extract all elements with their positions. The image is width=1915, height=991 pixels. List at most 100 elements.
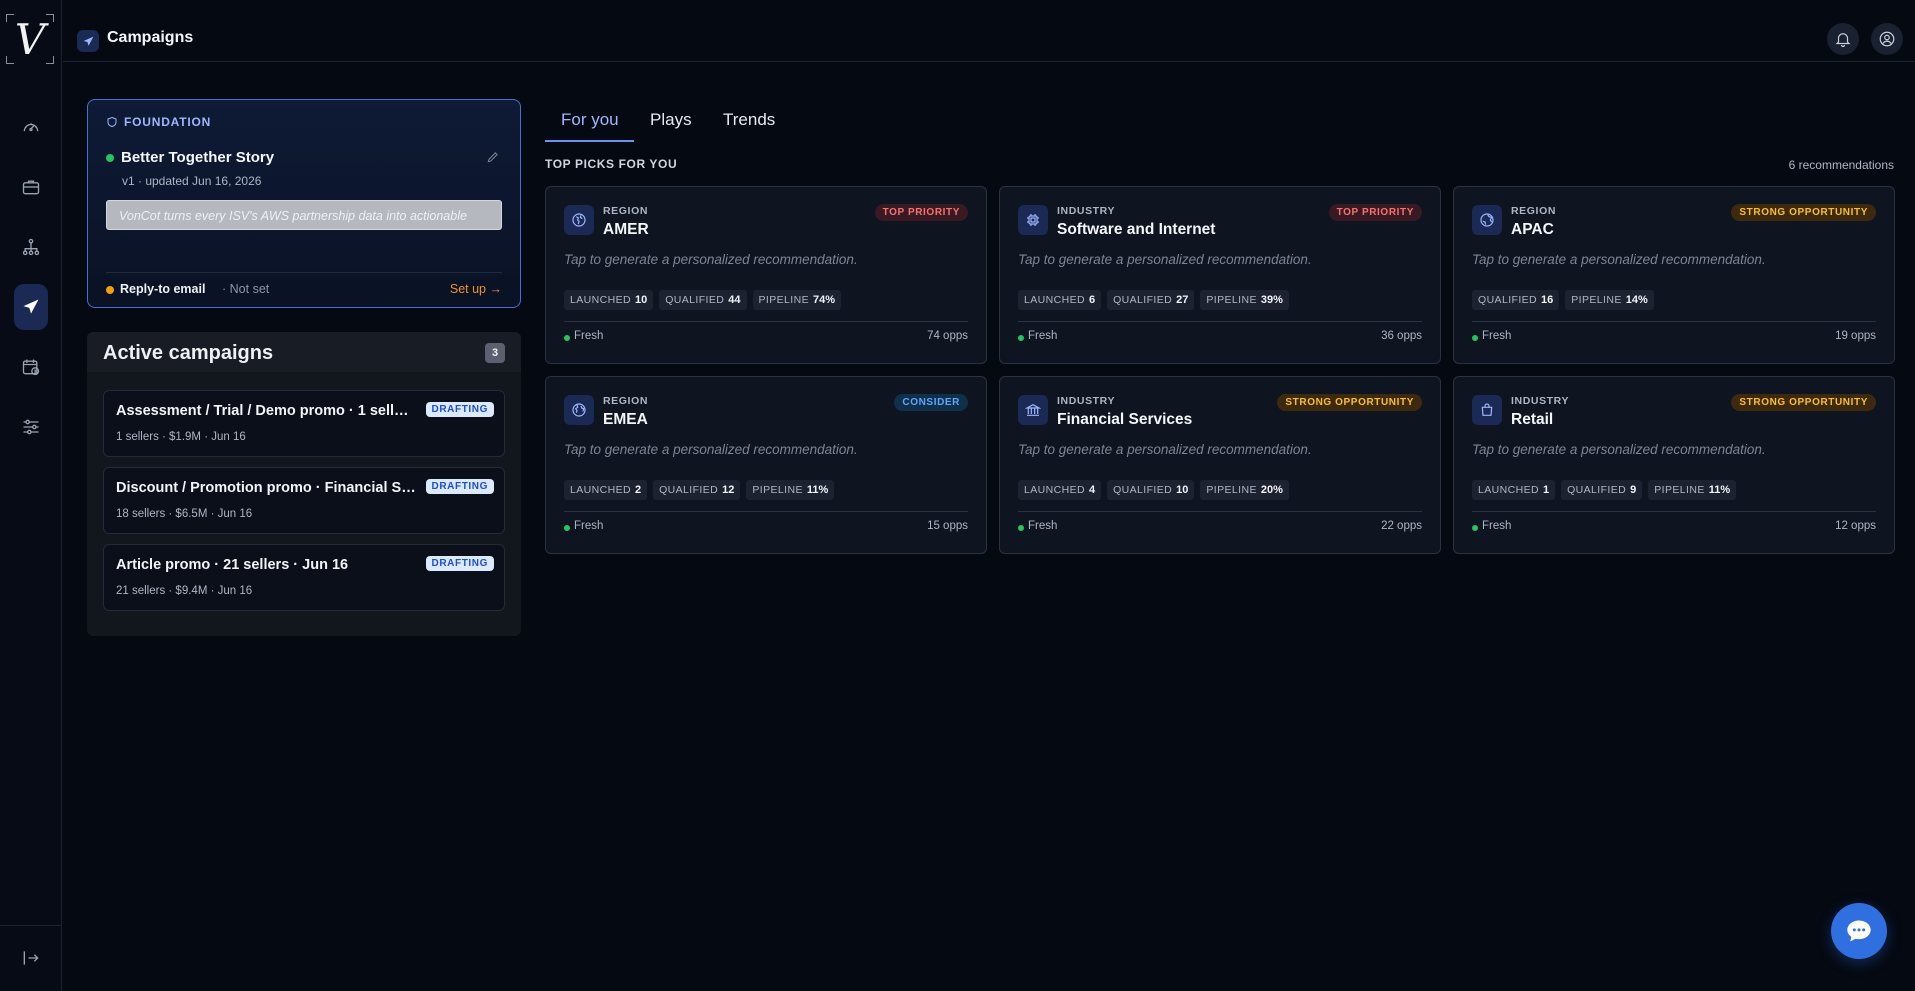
send-icon	[23, 299, 39, 314]
opps-count: 74 opps	[927, 330, 968, 342]
region-icon	[564, 395, 594, 425]
stat-qualified: QUALIFIED 27	[1107, 290, 1195, 310]
sidebar-item-billing[interactable]	[14, 350, 48, 384]
warning-dot	[106, 286, 114, 294]
app-logo[interactable]: V	[6, 14, 54, 64]
divider	[1472, 511, 1876, 512]
sidebar-divider	[0, 925, 62, 926]
card-name: Financial Services	[1057, 411, 1193, 428]
priority-badge: STRONG OPPORTUNITY	[1731, 204, 1876, 221]
industry-icon	[1018, 205, 1048, 235]
opps-count: 22 opps	[1381, 520, 1422, 532]
sliders-icon	[23, 419, 39, 435]
tab-for-you[interactable]: For you	[561, 110, 619, 130]
stat-pipeline: PIPELINE 11%	[1648, 480, 1737, 500]
stat-pipeline: PIPELINE 11%	[746, 480, 835, 500]
tab-bar: For you Plays Trends	[545, 100, 1895, 142]
setup-link[interactable]: Set up →	[450, 282, 502, 296]
fresh-dot	[1472, 335, 1478, 341]
shopping-bag-icon	[1481, 403, 1493, 416]
stat-qualified: QUALIFIED 12	[653, 480, 741, 500]
tab-plays[interactable]: Plays	[650, 110, 692, 130]
status-badge: DRAFTING	[425, 402, 494, 417]
stats-row: LAUNCHED 6 QUALIFIED 27 PIPELINE 39%	[1018, 290, 1289, 310]
sidebar-item-portfolio[interactable]	[14, 170, 48, 204]
status-dot	[106, 154, 114, 162]
campaign-item[interactable]: Discount / Promotion promo · Financial S…	[103, 467, 505, 534]
sidebar-item-dashboard[interactable]	[14, 110, 48, 144]
reply-to-label: Reply-to email	[120, 282, 206, 296]
opps-count: 15 opps	[927, 520, 968, 532]
recommendation-card[interactable]: INDUSTRY Retail STRONG OPPORTUNITY Tap t…	[1453, 376, 1895, 554]
sidebar-item-campaigns[interactable]	[14, 284, 48, 330]
card-hint: Tap to generate a personalized recommend…	[1472, 442, 1766, 457]
divider	[106, 272, 502, 273]
campaign-title: Discount / Promotion promo · Financial S…	[116, 480, 416, 496]
profile-button[interactable]	[1871, 23, 1903, 55]
tab-trends[interactable]: Trends	[723, 110, 775, 130]
sidebar-logout-button[interactable]	[14, 941, 48, 975]
logo-letter: V	[14, 14, 46, 64]
fresh-label: Fresh	[1028, 520, 1058, 532]
shield-icon	[107, 116, 117, 128]
stat-launched: LAUNCHED 1	[1472, 480, 1556, 500]
stat-qualified: QUALIFIED 44	[659, 290, 747, 310]
foundation-preview[interactable]: VonCot turns every ISV's AWS partnership…	[106, 200, 502, 230]
active-tab-indicator	[545, 140, 634, 142]
card-kind: INDUSTRY	[1057, 395, 1116, 407]
active-campaigns-panel: Active campaigns 3 Assessment / Trial / …	[87, 332, 521, 636]
recommendation-card[interactable]: REGION APAC STRONG OPPORTUNITY Tap to ge…	[1453, 186, 1895, 364]
active-campaigns-header: Active campaigns 3	[87, 332, 521, 372]
recommendation-card[interactable]: INDUSTRY Software and Internet TOP PRIOR…	[999, 186, 1441, 364]
stat-launched: LAUNCHED 6	[1018, 290, 1102, 310]
card-kind: REGION	[603, 205, 649, 217]
recommendation-card[interactable]: INDUSTRY Financial Services STRONG OPPOR…	[999, 376, 1441, 554]
card-kind: INDUSTRY	[1057, 205, 1116, 217]
campaign-meta: 1 sellers · $1.9M · Jun 16	[116, 431, 246, 443]
briefcase-icon	[22, 180, 40, 195]
stats-row: LAUNCHED 10 QUALIFIED 44 PIPELINE 74%	[564, 290, 842, 310]
foundation-label: FOUNDATION	[106, 115, 211, 129]
bell-icon	[1835, 33, 1851, 48]
stat-launched: LAUNCHED 10	[564, 290, 654, 310]
chip-icon	[1027, 214, 1039, 226]
campaign-item[interactable]: Article promo · 21 sellers · Jun 16 DRAF…	[103, 544, 505, 611]
card-name: Retail	[1511, 411, 1554, 428]
foundation-version: v1 · updated Jun 16, 2026	[122, 174, 262, 188]
stats-row: LAUNCHED 4 QUALIFIED 10 PIPELINE 20%	[1018, 480, 1289, 500]
bank-icon	[1025, 403, 1041, 416]
sidebar-item-org[interactable]	[14, 230, 48, 264]
notifications-button[interactable]	[1827, 23, 1859, 55]
fresh-label: Fresh	[574, 330, 604, 342]
foundation-label-text: FOUNDATION	[124, 115, 212, 129]
opps-count: 36 opps	[1381, 330, 1422, 342]
campaign-item[interactable]: Assessment / Trial / Demo promo · 1 sell…	[103, 390, 505, 457]
campaign-title: Article promo · 21 sellers · Jun 16	[116, 557, 349, 573]
opps-count: 12 opps	[1835, 520, 1876, 532]
fresh-label: Fresh	[1482, 520, 1512, 532]
edit-button[interactable]	[486, 150, 500, 169]
priority-badge: TOP PRIORITY	[874, 204, 968, 221]
stat-pipeline: PIPELINE 20%	[1200, 480, 1289, 500]
recommendation-card[interactable]: REGION AMER TOP PRIORITY Tap to generate…	[545, 186, 987, 364]
foundation-card[interactable]: FOUNDATION Better Together Story v1 · up…	[87, 99, 521, 308]
region-icon	[564, 205, 594, 235]
status-badge: DRAFTING	[425, 556, 494, 571]
card-kind: INDUSTRY	[1511, 395, 1570, 407]
divider	[1018, 511, 1422, 512]
pencil-icon	[487, 152, 498, 163]
divider	[1472, 321, 1876, 322]
foundation-title: Better Together Story	[121, 149, 275, 166]
recommendation-count: 6 recommendations	[1788, 158, 1894, 172]
recommendation-card[interactable]: REGION EMEA CONSIDER Tap to generate a p…	[545, 376, 987, 554]
sidebar-item-settings[interactable]	[14, 410, 48, 444]
page-icon	[77, 30, 99, 52]
priority-badge: TOP PRIORITY	[1328, 204, 1422, 221]
top-header: Campaigns	[63, 0, 1915, 62]
stat-qualified: QUALIFIED 10	[1107, 480, 1195, 500]
chat-button[interactable]	[1831, 903, 1887, 959]
campaign-meta: 18 sellers · $6.5M · Jun 16	[116, 508, 253, 520]
card-name: AMER	[603, 221, 649, 238]
stats-row: LAUNCHED 2 QUALIFIED 12 PIPELINE 11%	[564, 480, 835, 500]
globe-asia-icon	[1480, 213, 1494, 227]
